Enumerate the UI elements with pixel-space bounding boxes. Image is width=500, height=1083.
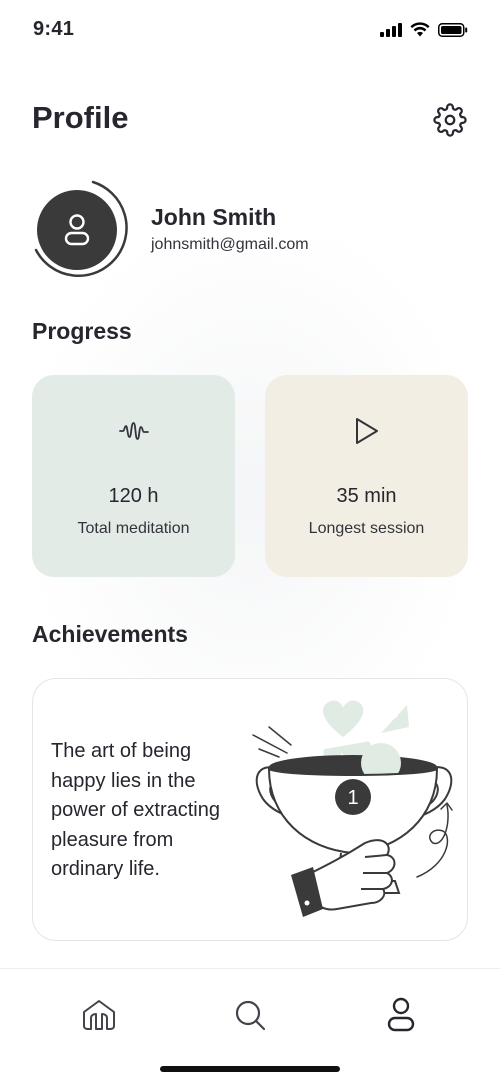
play-icon — [354, 417, 380, 445]
user-icon — [64, 214, 90, 246]
longest-session-card[interactable]: 35 min Longest session — [265, 375, 468, 577]
tab-profile[interactable] — [381, 995, 421, 1035]
stat-value: 120 h — [108, 485, 159, 507]
profile-icon — [387, 997, 415, 1032]
progress-title: Progress — [32, 318, 132, 344]
status-time: 9:41 — [33, 18, 75, 40]
user-email: johnsmith@gmail.com — [151, 236, 309, 253]
stat-label: Longest session — [308, 520, 425, 537]
user-name: John Smith — [151, 204, 277, 230]
page-title: Profile — [32, 100, 129, 135]
cellular-signal-icon — [380, 22, 402, 37]
avatar-circle — [37, 190, 117, 270]
tab-search[interactable] — [230, 995, 270, 1035]
wifi-icon — [410, 22, 430, 37]
avatar[interactable] — [28, 178, 130, 280]
status-bar: 9:41 — [0, 0, 500, 60]
stat-value: 35 min — [336, 485, 397, 507]
stat-label: Total meditation — [77, 520, 190, 537]
waveform-icon — [118, 417, 149, 445]
home-indicator — [160, 1066, 340, 1072]
home-icon — [83, 1000, 115, 1030]
status-icons — [380, 22, 468, 37]
search-icon — [235, 1000, 266, 1031]
svg-text:1: 1 — [347, 787, 358, 809]
quote-text: The art of being happy lies in the power… — [51, 740, 220, 880]
tab-home[interactable] — [79, 995, 119, 1035]
total-meditation-card[interactable]: 120 h Total meditation — [32, 375, 235, 577]
achievements-title: Achievements — [32, 621, 188, 647]
trophy-illustration: 1 — [252, 700, 453, 917]
gear-icon — [433, 103, 467, 137]
achievement-card[interactable]: The art of being happy lies in the power… — [32, 678, 468, 941]
settings-button[interactable] — [430, 100, 470, 140]
battery-icon — [438, 22, 468, 37]
